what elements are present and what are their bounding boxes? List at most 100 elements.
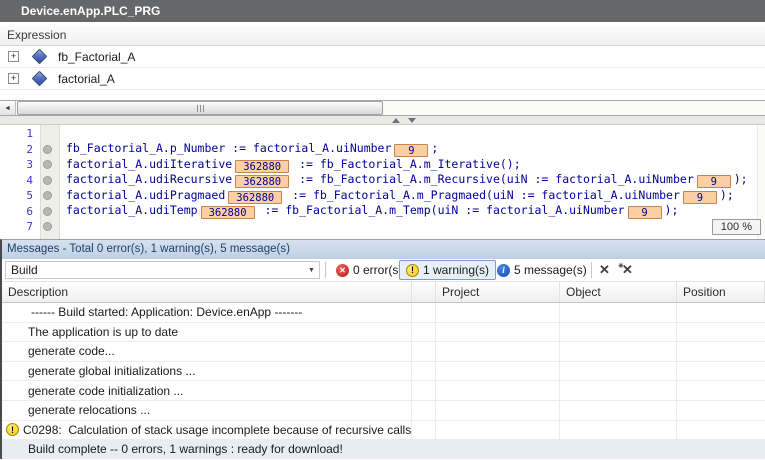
clear-all-messages-button[interactable]: ✕✳ — [622, 262, 633, 278]
messages-table-header: Description Project Object Position — [2, 282, 765, 303]
editor-zoom-level[interactable]: 100 % — [712, 219, 761, 235]
breakpoint-cell[interactable] — [36, 222, 58, 231]
message-category-combobox[interactable]: Build ▼ — [5, 261, 320, 279]
code-token-text: factorial_A.udiPragmaed — [66, 188, 225, 202]
messages-panel-header[interactable]: Messages - Total 0 error(s), 1 warning(s… — [2, 240, 765, 259]
column-header-position[interactable]: Position — [677, 282, 765, 302]
toolbar-separator — [591, 262, 592, 278]
breakpoint-dot-icon[interactable] — [43, 160, 52, 169]
message-text: ------ Build started: Application: Devic… — [31, 305, 302, 319]
message-text: generate global initializations ... — [28, 364, 195, 378]
message-row[interactable]: Build complete -- 0 errors, 1 warnings :… — [2, 440, 765, 459]
code-line[interactable]: 6factorial_A.udiTemp362880 := fb_Factori… — [0, 204, 765, 220]
code-token-text: fb_Factorial_A.p_Number := factorial_A.u… — [66, 141, 391, 155]
code-token-text: := fb_Factorial_A.m_Pragmaed(uiN := fact… — [285, 188, 680, 202]
description-cell: The application is up to date — [2, 323, 412, 342]
object-cell — [560, 323, 677, 342]
line-number: 3 — [0, 158, 36, 171]
expand-plus-icon[interactable]: + — [8, 51, 19, 62]
object-cell — [560, 303, 677, 322]
warnings-filter-button[interactable]: ! 1 warning(s) — [399, 260, 496, 280]
clear-message-button[interactable]: ✕ — [599, 262, 610, 278]
breakpoint-dot-icon[interactable] — [43, 222, 52, 231]
messages-filter-button[interactable]: i 5 message(s) — [491, 260, 593, 280]
column-header-project[interactable]: Project — [436, 282, 560, 302]
info-icon: i — [497, 264, 510, 277]
code-line[interactable]: 5factorial_A.udiPragmaed362880 := fb_Fac… — [0, 188, 765, 204]
inline-monitor-value: 362880 — [201, 206, 255, 219]
watch-expression-label: fb_Factorial_A — [58, 50, 135, 64]
code-statement[interactable]: factorial_A.udiTemp362880 := fb_Factoria… — [58, 203, 765, 219]
watch-horizontal-scrollbar[interactable]: ◄ — [0, 100, 765, 116]
watch-column-header[interactable]: Expression — [0, 26, 765, 46]
message-row[interactable]: !C0298: Calculation of stack usage incom… — [2, 421, 765, 441]
errors-filter-button[interactable]: ✕ 0 error(s) — [330, 260, 408, 280]
messages-summary-label: Messages - Total 0 error(s), 1 warning(s… — [7, 243, 290, 255]
column-header-object[interactable]: Object — [560, 282, 677, 302]
breakpoint-cell[interactable] — [36, 207, 58, 216]
breakpoint-cell[interactable] — [36, 191, 58, 200]
message-row[interactable]: ------ Build started: Application: Devic… — [2, 303, 765, 323]
pane-splitter[interactable] — [0, 116, 765, 125]
scrollbar-track[interactable] — [384, 101, 765, 115]
message-row[interactable]: generate code initialization ... — [2, 381, 765, 401]
message-row[interactable]: The application is up to date — [2, 323, 765, 343]
breakpoint-dot-icon[interactable] — [43, 176, 52, 185]
watch-list-empty-area[interactable] — [0, 90, 765, 100]
inline-monitor-value: 362880 — [228, 191, 282, 204]
object-cell — [560, 401, 677, 420]
breakpoint-dot-icon[interactable] — [43, 191, 52, 200]
splitter-collapse-down-icon[interactable] — [408, 118, 416, 123]
expression-column-label: Expression — [7, 28, 66, 42]
message-row[interactable]: generate relocations ... — [2, 401, 765, 421]
code-token-text: ); — [665, 203, 679, 217]
blank-cell — [412, 421, 436, 440]
column-header-blank[interactable] — [412, 282, 436, 302]
combobox-value: Build — [6, 263, 304, 277]
breakpoint-dot-icon[interactable] — [43, 207, 52, 216]
breakpoint-dot-icon[interactable] — [43, 145, 52, 154]
code-line[interactable]: 7 — [0, 219, 765, 235]
code-statement[interactable]: factorial_A.udiRecursive362880 := fb_Fac… — [58, 172, 765, 188]
code-line[interactable]: 2 fb_Factorial_A.p_Number := factorial_A.… — [0, 142, 765, 158]
column-header-description[interactable]: Description — [2, 282, 412, 302]
blank-cell — [412, 440, 436, 459]
code-token-text: factorial_A.udiIterative — [66, 157, 232, 171]
expand-plus-icon[interactable]: + — [8, 73, 19, 84]
message-row[interactable]: generate global initializations ... — [2, 362, 765, 382]
messages-toolbar: Build ▼ ✕ 0 error(s) ! 1 warning(s) i 5 … — [2, 259, 765, 282]
code-line[interactable]: 4factorial_A.udiRecursive362880 := fb_Fa… — [0, 173, 765, 189]
project-cell — [436, 323, 560, 342]
description-cell: generate code... — [2, 342, 412, 361]
chevron-down-icon[interactable]: ▼ — [304, 262, 319, 278]
project-cell — [436, 303, 560, 322]
inline-monitor-value: 362880 — [235, 175, 289, 188]
breakpoint-cell[interactable] — [36, 160, 58, 169]
breakpoint-cell[interactable] — [36, 176, 58, 185]
scroll-left-arrow-icon[interactable]: ◄ — [0, 101, 16, 115]
blank-cell — [412, 381, 436, 400]
splitter-collapse-up-icon[interactable] — [392, 118, 400, 123]
editor-tab-title[interactable]: Device.enApp.PLC_PRG — [0, 0, 765, 22]
watch-row[interactable]: +factorial_A — [0, 68, 765, 90]
code-statement[interactable]: factorial_A.udiIterative362880 := fb_Fac… — [58, 157, 765, 173]
watch-row[interactable]: + fb_Factorial_A — [0, 46, 765, 68]
code-editor[interactable]: 1 2 fb_Factorial_A.p_Number := factorial_A… — [0, 125, 765, 239]
messages-table-body: ------ Build started: Application: Devic… — [2, 303, 765, 459]
blank-cell — [412, 342, 436, 361]
code-token-text: := fb_Factorial_A.m_Iterative(); — [292, 157, 520, 171]
code-line[interactable]: 3 factorial_A.udiIterative362880 := fb_Fa… — [0, 157, 765, 173]
scrollbar-thumb[interactable] — [17, 101, 383, 115]
message-row[interactable]: generate code... — [2, 342, 765, 362]
code-lines[interactable]: 1 2 fb_Factorial_A.p_Number := factorial_A… — [0, 126, 765, 235]
blank-cell — [412, 401, 436, 420]
object-cell — [560, 421, 677, 440]
description-cell: !C0298: Calculation of stack usage incom… — [2, 421, 412, 440]
code-statement[interactable]: fb_Factorial_A.p_Number := factorial_A.u… — [58, 141, 765, 157]
breakpoint-cell[interactable] — [36, 145, 58, 154]
code-statement[interactable]: factorial_A.udiPragmaed362880 := fb_Fact… — [58, 188, 765, 204]
line-number: 2 — [0, 143, 36, 156]
code-line[interactable]: 1 — [0, 126, 765, 142]
line-number: 1 — [0, 127, 36, 140]
message-text: The application is up to date — [28, 325, 178, 339]
